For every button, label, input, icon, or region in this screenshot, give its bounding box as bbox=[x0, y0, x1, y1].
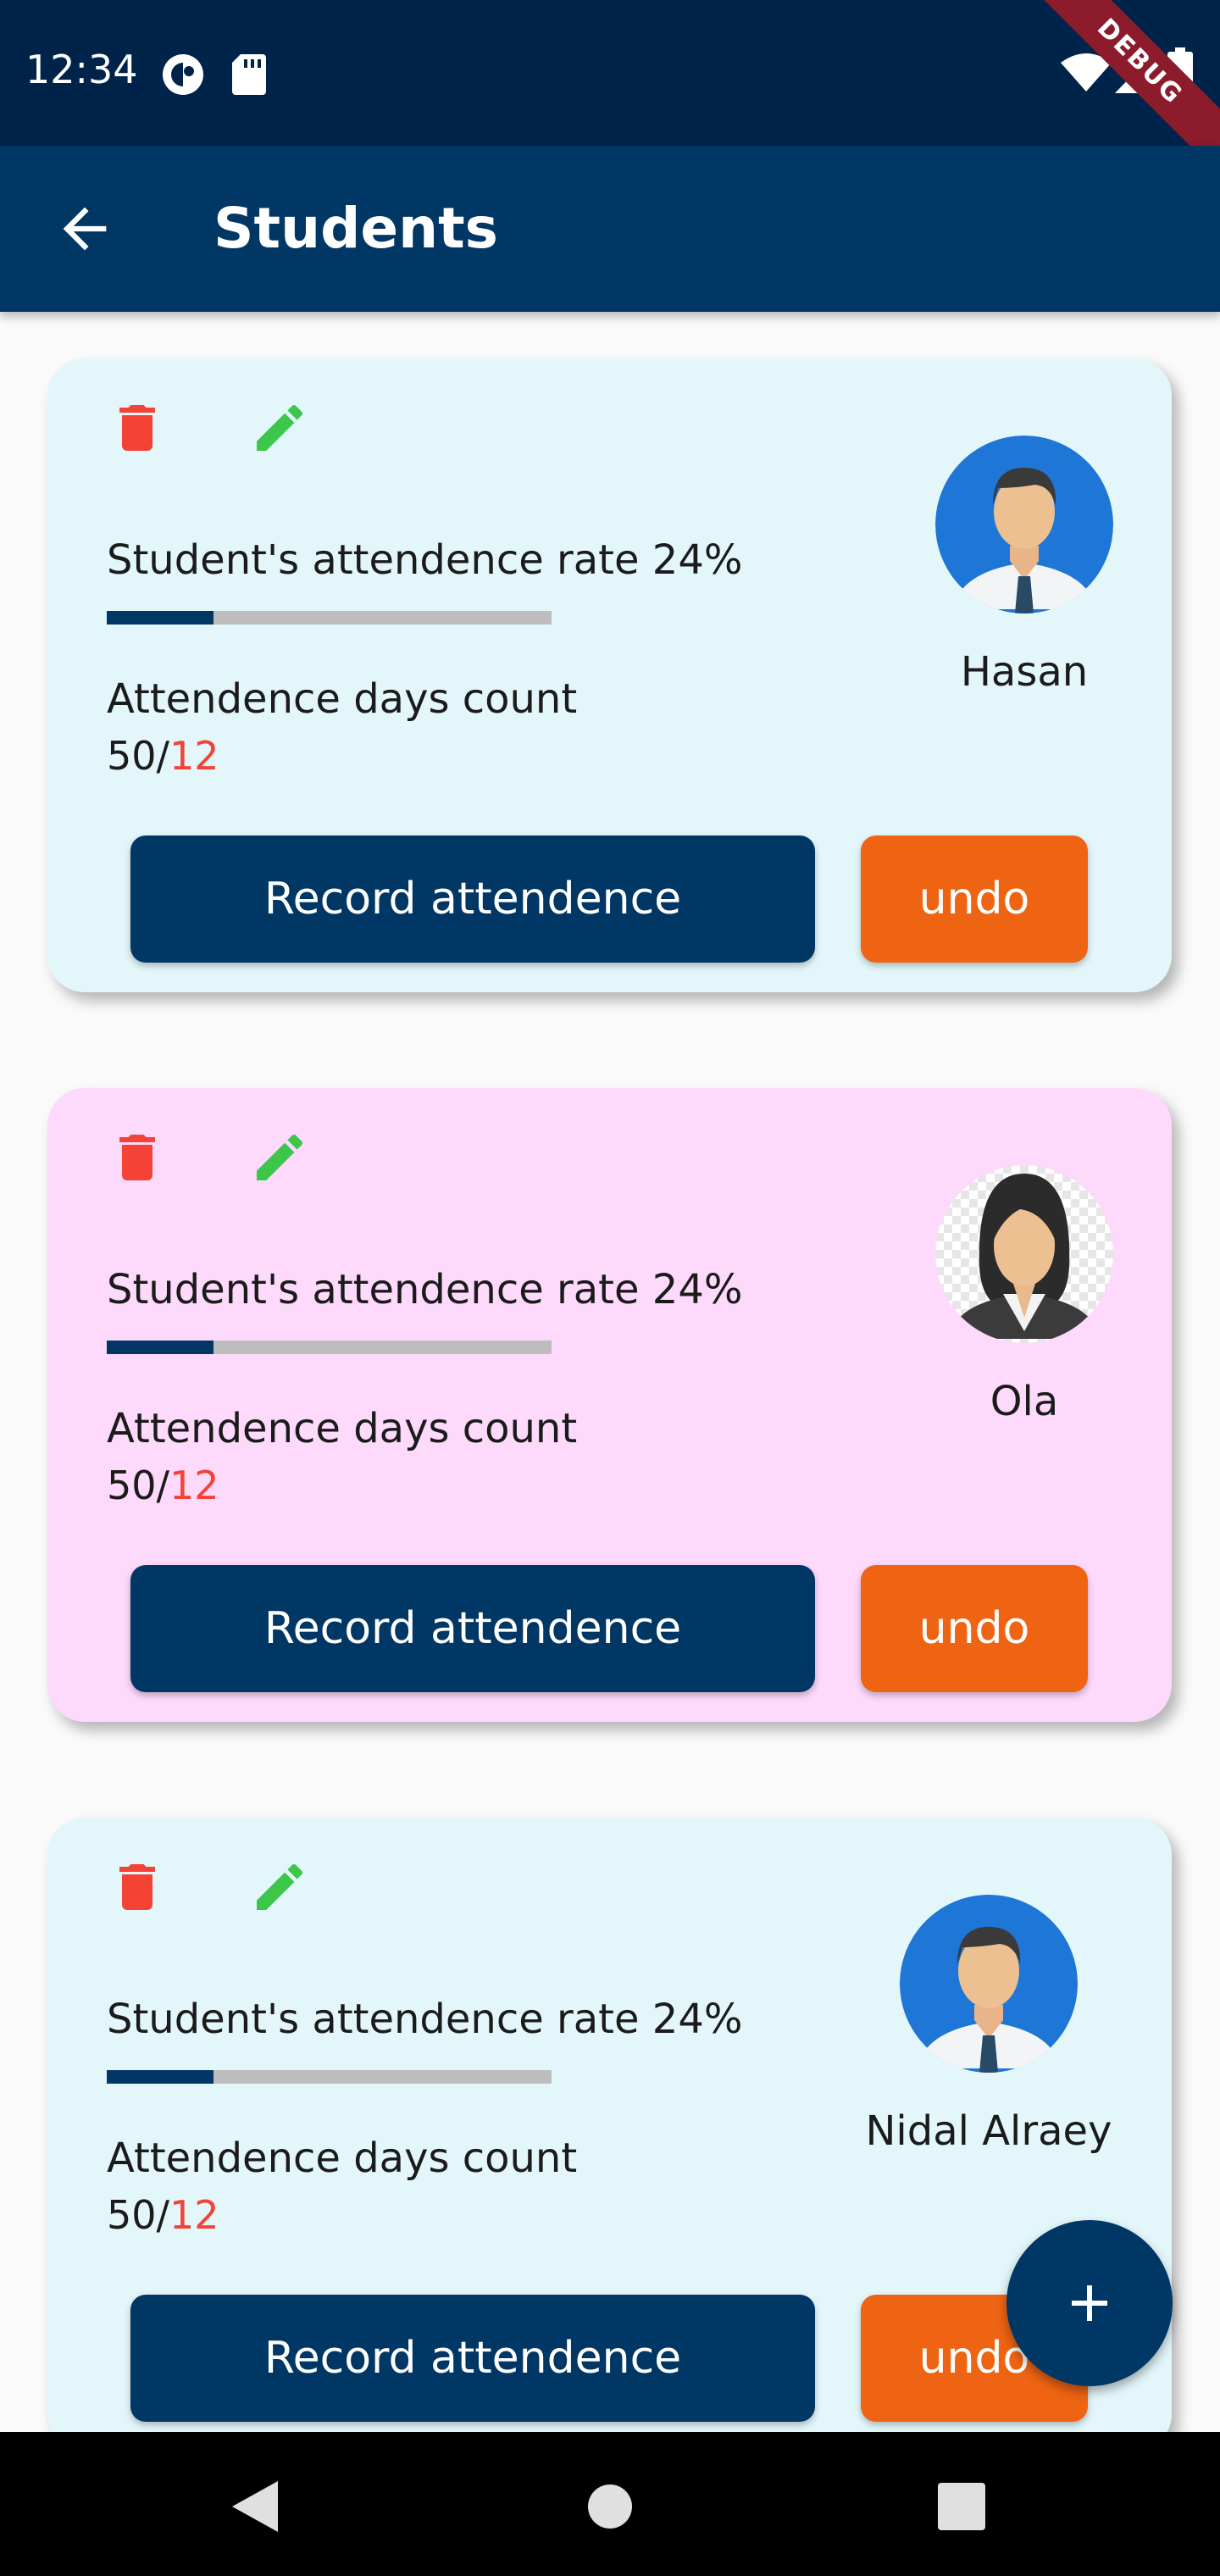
days-attended: 12 bbox=[169, 1463, 219, 1508]
student-name: Ola bbox=[990, 1378, 1059, 1425]
avatar bbox=[935, 436, 1113, 613]
home-circle-icon[interactable] bbox=[586, 2483, 634, 2530]
student-card: Student's attendence rate 24% Attendence… bbox=[47, 358, 1172, 992]
recents-square-icon[interactable] bbox=[938, 2483, 985, 2530]
attendance-days-count: 50/12 bbox=[107, 2192, 219, 2238]
add-student-button[interactable] bbox=[1006, 2220, 1173, 2386]
attendance-days-label: Attendence days count bbox=[107, 2135, 578, 2182]
attendance-days-count: 50/12 bbox=[107, 1463, 219, 1508]
attendance-rate-label: Student's attendence rate 24% bbox=[107, 1266, 743, 1313]
attendance-progress-fill bbox=[107, 611, 214, 625]
status-time: 12:34 bbox=[25, 47, 138, 92]
student-name: Hasan bbox=[960, 648, 1089, 696]
back-triangle-icon[interactable] bbox=[232, 2481, 278, 2532]
days-total: 50/ bbox=[107, 2192, 170, 2238]
delete-icon[interactable] bbox=[107, 397, 168, 458]
sd-card-icon bbox=[232, 54, 266, 95]
record-attendance-button[interactable]: Record attendence bbox=[130, 836, 815, 963]
attendance-progress-bar bbox=[107, 2070, 552, 2084]
navigation-bar bbox=[0, 2432, 1220, 2576]
plus-icon bbox=[1072, 2285, 1107, 2321]
attendance-progress-bar bbox=[107, 611, 552, 625]
attendance-progress-bar bbox=[107, 1341, 552, 1354]
status-bar: 12:34 DEBUG bbox=[0, 0, 1220, 178]
attendance-days-count: 50/12 bbox=[107, 733, 219, 779]
media-icon bbox=[163, 54, 203, 95]
arrow-back-icon[interactable] bbox=[53, 197, 117, 261]
record-attendance-button[interactable]: Record attendence bbox=[130, 2295, 815, 2422]
days-attended: 12 bbox=[169, 733, 219, 779]
attendance-days-label: Attendence days count bbox=[107, 675, 578, 723]
student-name: Nidal Alraey bbox=[865, 2107, 1112, 2155]
record-attendance-button[interactable]: Record attendence bbox=[130, 1565, 815, 1692]
days-attended: 12 bbox=[169, 2192, 219, 2238]
avatar bbox=[900, 1895, 1078, 2073]
edit-icon[interactable] bbox=[249, 1127, 310, 1188]
delete-icon[interactable] bbox=[107, 1127, 168, 1188]
edit-icon[interactable] bbox=[249, 1857, 310, 1918]
page-title: Students bbox=[214, 196, 498, 261]
delete-icon[interactable] bbox=[107, 1857, 168, 1918]
student-card: Student's attendence rate 24% Attendence… bbox=[47, 1818, 1172, 2451]
app-bar: Students bbox=[0, 146, 1220, 312]
days-total: 50/ bbox=[107, 1463, 170, 1508]
avatar bbox=[935, 1165, 1113, 1343]
undo-button[interactable]: undo bbox=[861, 836, 1088, 963]
undo-button[interactable]: undo bbox=[861, 1565, 1088, 1692]
days-total: 50/ bbox=[107, 733, 170, 779]
attendance-rate-label: Student's attendence rate 24% bbox=[107, 536, 743, 584]
attendance-days-label: Attendence days count bbox=[107, 1405, 578, 1452]
attendance-rate-label: Student's attendence rate 24% bbox=[107, 1996, 743, 2043]
edit-icon[interactable] bbox=[249, 397, 310, 458]
attendance-progress-fill bbox=[107, 1341, 214, 1354]
attendance-progress-fill bbox=[107, 2070, 214, 2084]
student-card: Student's attendence rate 24% Attendence… bbox=[47, 1088, 1172, 1722]
